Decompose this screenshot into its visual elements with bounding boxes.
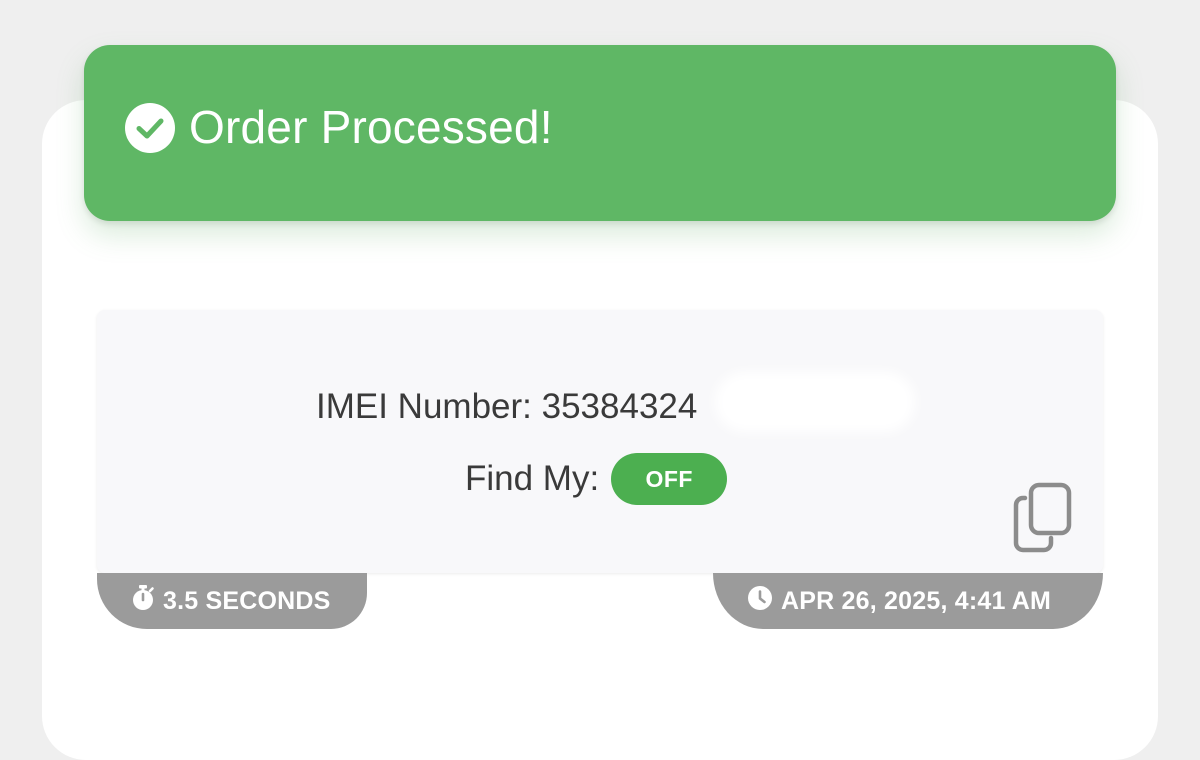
imei-label: IMEI Number: bbox=[316, 387, 532, 426]
imei-row: IMEI Number: 35384324 bbox=[316, 385, 697, 429]
find-my-label: Find My: bbox=[465, 459, 600, 498]
find-my-row: Find My: OFF bbox=[465, 453, 728, 505]
find-my-status-badge: OFF bbox=[611, 453, 728, 505]
banner-title: Order Processed! bbox=[189, 101, 553, 153]
redaction-mark bbox=[715, 372, 915, 432]
duration-tag: 3.5 SECONDS bbox=[97, 573, 367, 629]
check-circle-icon bbox=[125, 103, 175, 153]
timestamp-tag: APR 26, 2025, 4:41 AM bbox=[713, 573, 1103, 629]
copy-icon bbox=[1011, 482, 1081, 560]
imei-value: 35384324 bbox=[541, 387, 698, 426]
clock-icon bbox=[747, 585, 781, 618]
success-banner: Order Processed! bbox=[84, 45, 1116, 221]
copy-button[interactable] bbox=[1011, 480, 1081, 556]
result-panel: IMEI Number: 35384324 Find My: OFF bbox=[97, 310, 1103, 573]
stopwatch-icon bbox=[131, 584, 163, 618]
duration-text: 3.5 SECONDS bbox=[163, 586, 331, 615]
timestamp-text: APR 26, 2025, 4:41 AM bbox=[781, 586, 1052, 615]
